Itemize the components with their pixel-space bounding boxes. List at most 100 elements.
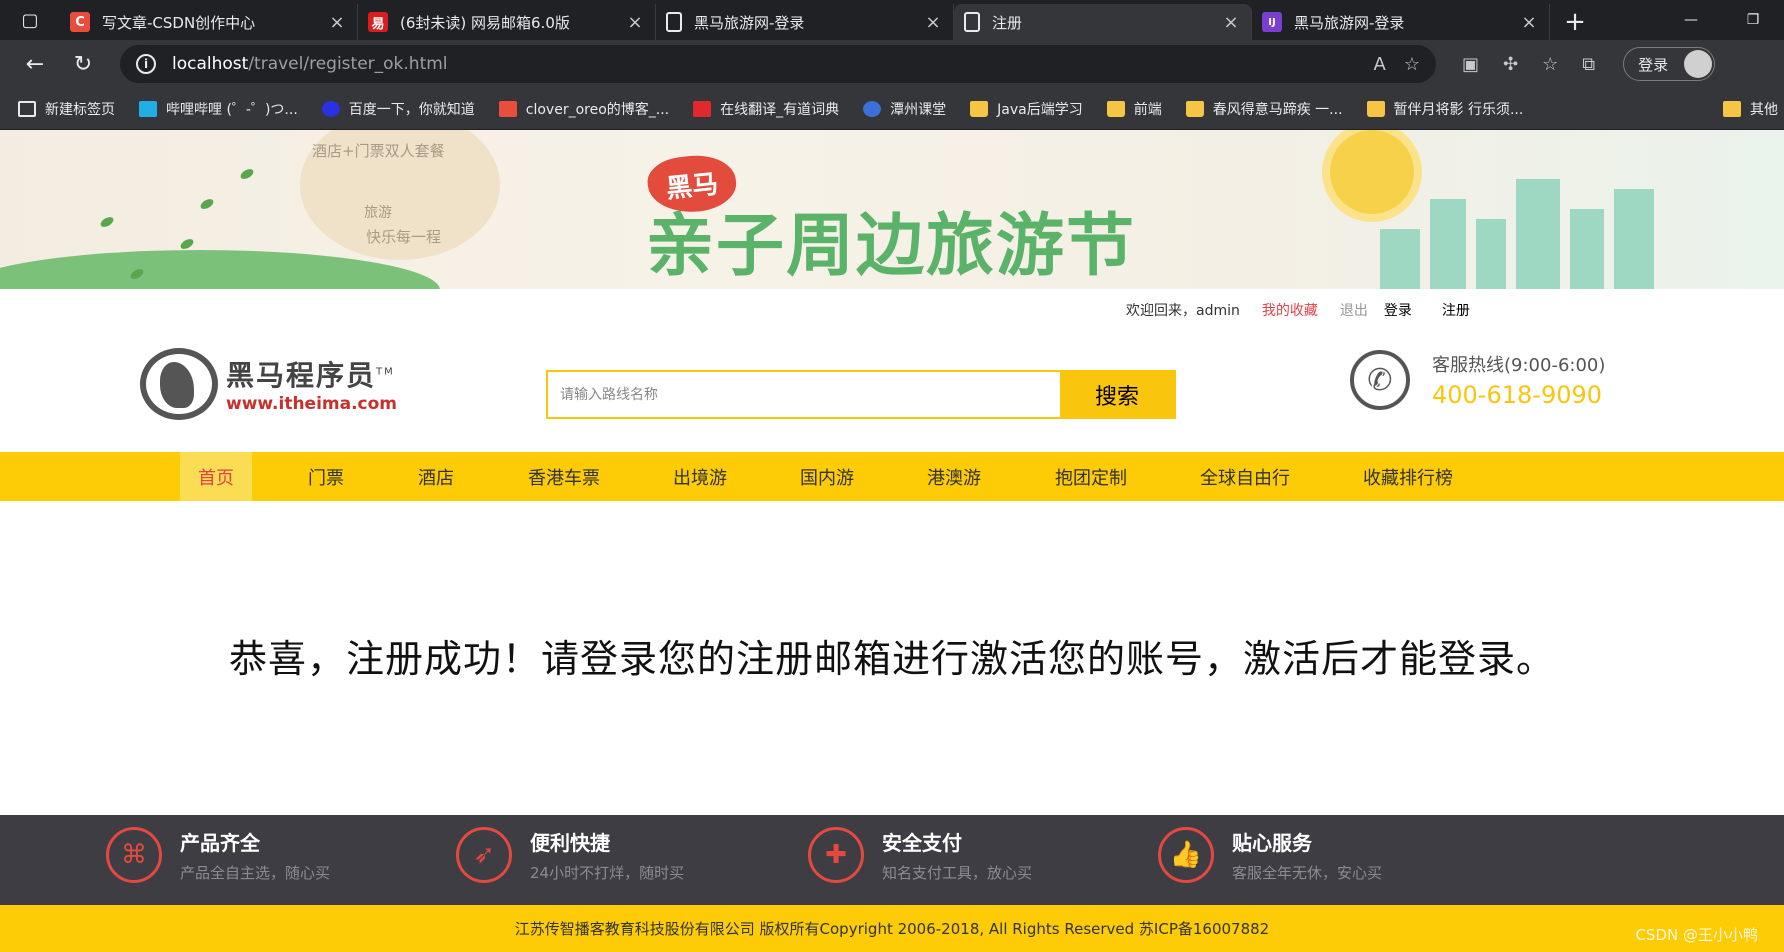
bookmark-label: 其他 xyxy=(1750,102,1778,118)
bookmark-folder[interactable]: Java后端学习 xyxy=(970,99,1083,119)
nav-item-hk-macau[interactable]: 港澳游 xyxy=(914,452,994,501)
building-icon xyxy=(1430,199,1466,289)
close-icon[interactable]: × xyxy=(1519,12,1539,33)
nav-item-outbound[interactable]: 出境游 xyxy=(660,452,740,501)
nav-item-global-free[interactable]: 全球自由行 xyxy=(1195,452,1295,501)
rocket-icon: ➶ xyxy=(456,827,512,883)
bookmark-label: 哔哩哔哩 (゜-゜)つ... xyxy=(166,101,298,118)
logo-text: 黑马程序员TM www.itheima.com xyxy=(226,354,397,414)
url-host: localhost xyxy=(172,54,249,74)
nav-item-hk-bus[interactable]: 香港车票 xyxy=(516,452,612,501)
bookmark-item[interactable]: 百度一下，你就知道 xyxy=(321,99,475,119)
building-icon xyxy=(1380,229,1420,289)
bookmarks-bar: 新建标签页 哔哩哔哩 (゜-゜)つ... 百度一下，你就知道 clover_or… xyxy=(0,88,1784,130)
banner-cloud-text: 酒店+门票双人套餐 xyxy=(312,142,445,160)
main-nav: 首页 门票 酒店 香港车票 出境游 国内游 港澳游 抱团定制 全球自由行 收藏排… xyxy=(0,452,1784,501)
leaf-icon xyxy=(178,237,196,251)
leaf-icon xyxy=(198,197,216,211)
register-link[interactable]: 注册 xyxy=(1442,300,1470,320)
logout-link[interactable]: 退出 xyxy=(1340,300,1368,320)
newtab-icon xyxy=(18,100,36,117)
folder-icon xyxy=(1723,101,1741,117)
close-icon[interactable]: × xyxy=(923,12,943,33)
nav-item-favorites-rank[interactable]: 收藏排行榜 xyxy=(1358,452,1458,501)
copyright-text: 江苏传智播客教育科技股份有限公司 版权所有Copyright 2006-2018… xyxy=(514,920,1270,938)
feature-title: 便利快捷 xyxy=(530,831,610,855)
csdn-icon: C xyxy=(70,12,90,32)
netease-mail-icon: 易 xyxy=(368,12,388,32)
site-info-icon[interactable]: i xyxy=(136,54,156,74)
address-input[interactable]: i localhost /travel/register_ok.html A ☆ xyxy=(120,45,1436,83)
nav-item-home[interactable]: 首页 xyxy=(180,452,252,501)
add-favorite-icon[interactable]: ☆ xyxy=(1404,54,1420,75)
bookmark-label: 在线翻译_有道词典 xyxy=(720,101,840,118)
intellij-icon: IJ xyxy=(1262,12,1282,32)
bookmark-item[interactable]: 哔哩哔哩 (゜-゜)つ... xyxy=(139,99,298,119)
profile-button[interactable]: 登录 xyxy=(1623,47,1716,81)
bookmark-label: 暂伴月将影 行乐须... xyxy=(1393,101,1524,118)
banner-cloud-text: 旅游 xyxy=(364,205,392,221)
bilibili-icon xyxy=(139,100,157,117)
feature-item: ✚ 安全支付 知名支付工具，放心买 xyxy=(808,827,1032,883)
building-icon xyxy=(1614,189,1654,289)
restore-icon[interactable]: ❐ xyxy=(1722,0,1784,40)
youdao-icon xyxy=(693,100,712,117)
favorites-icon[interactable]: ☆ xyxy=(1542,54,1558,75)
browser-tab-strip: ▢ C 写文章-CSDN创作中心 × 易 (6封未读) 网易邮箱6.0版 × 黑… xyxy=(0,0,1784,40)
search-input[interactable] xyxy=(548,372,1060,417)
login-link[interactable]: 登录 xyxy=(1384,300,1412,320)
close-icon[interactable]: × xyxy=(625,12,645,33)
bookmark-item[interactable]: clover_oreo的博客_... xyxy=(498,99,669,119)
feature-title: 安全支付 xyxy=(882,831,962,855)
bookmark-item[interactable]: 在线翻译_有道词典 xyxy=(693,99,839,119)
nav-item-hotel[interactable]: 酒店 xyxy=(400,452,472,501)
search-button[interactable]: 搜索 xyxy=(1060,372,1174,417)
tab-actions-icon[interactable]: ▢ xyxy=(0,0,60,40)
immersive-reader-icon[interactable]: ▣ xyxy=(1462,54,1479,75)
bookmark-item[interactable]: 潭州课堂 xyxy=(863,99,946,119)
bookmark-label: 新建标签页 xyxy=(45,101,115,118)
address-actions: A ☆ xyxy=(1374,54,1436,75)
browser-tab[interactable]: 黑马旅游网-登录 × xyxy=(656,4,954,40)
nav-item-domestic[interactable]: 国内游 xyxy=(787,452,867,501)
close-icon[interactable]: × xyxy=(327,12,347,33)
refresh-icon[interactable]: ↻ xyxy=(60,44,106,84)
bookmark-folder[interactable]: 春风得意马蹄疾 一... xyxy=(1185,99,1343,119)
nav-item-custom-group[interactable]: 抱团定制 xyxy=(1046,452,1136,501)
bookmark-item[interactable]: 新建标签页 xyxy=(18,99,115,119)
feature-desc: 客服全年无休，安心买 xyxy=(1232,864,1383,882)
route-search: 搜索 xyxy=(546,370,1176,419)
browser-tab-active[interactable]: 注册 × xyxy=(954,4,1252,40)
nav-item-tickets[interactable]: 门票 xyxy=(290,452,362,501)
avatar xyxy=(1684,50,1713,78)
my-favorites-link[interactable]: 我的收藏 xyxy=(1262,300,1318,320)
extensions-icon[interactable]: ✣ xyxy=(1503,54,1518,75)
other-bookmarks[interactable]: 其他 xyxy=(1711,88,1784,129)
address-toolbar: ← ↻ i localhost /travel/register_ok.html… xyxy=(0,40,1784,88)
horse-logo-icon xyxy=(140,348,218,420)
bookmark-label: 潭州课堂 xyxy=(890,101,947,118)
new-tab-button[interactable]: + xyxy=(1550,4,1600,40)
browser-tab[interactable]: IJ 黑马旅游网-登录 × xyxy=(1252,4,1550,40)
site-logo[interactable]: 黑马程序员TM www.itheima.com xyxy=(140,348,410,420)
collections-icon[interactable]: ⧉ xyxy=(1582,54,1595,75)
browser-tab[interactable]: C 写文章-CSDN创作中心 × xyxy=(60,4,358,40)
minimize-icon[interactable]: — xyxy=(1660,0,1722,40)
close-icon[interactable]: × xyxy=(1221,12,1241,33)
read-aloud-icon[interactable]: A xyxy=(1374,54,1386,75)
tab-title: 黑马旅游网-登录 xyxy=(694,13,805,32)
page-icon xyxy=(666,12,682,32)
browser-tab[interactable]: 易 (6封未读) 网易邮箱6.0版 × xyxy=(358,4,656,40)
bookmark-folder[interactable]: 前端 xyxy=(1106,99,1162,119)
welcome-text: 欢迎回来，admin xyxy=(1126,303,1240,319)
bookmark-folder[interactable]: 暂伴月将影 行乐须... xyxy=(1366,99,1524,119)
back-arrow-icon[interactable]: ← xyxy=(12,44,58,84)
hotline-text: 客服热线(9:00-6:00) 400-618-9090 xyxy=(1432,351,1605,409)
user-topbar: 欢迎回来，admin 我的收藏 退出 登录 注册 xyxy=(1126,300,1470,320)
tab-title: (6封未读) 网易邮箱6.0版 xyxy=(400,13,570,32)
promo-banner[interactable]: 酒店+门票双人套餐 旅游 快乐每一程 黑马 亲子周边旅游节 xyxy=(0,130,1784,289)
tab-title: 写文章-CSDN创作中心 xyxy=(102,13,256,32)
toolbar-icons: ▣ ✣ ☆ ⧉ xyxy=(1462,54,1595,75)
building-icon xyxy=(1476,219,1506,289)
banner-cloud-text: 快乐每一程 xyxy=(366,228,442,246)
